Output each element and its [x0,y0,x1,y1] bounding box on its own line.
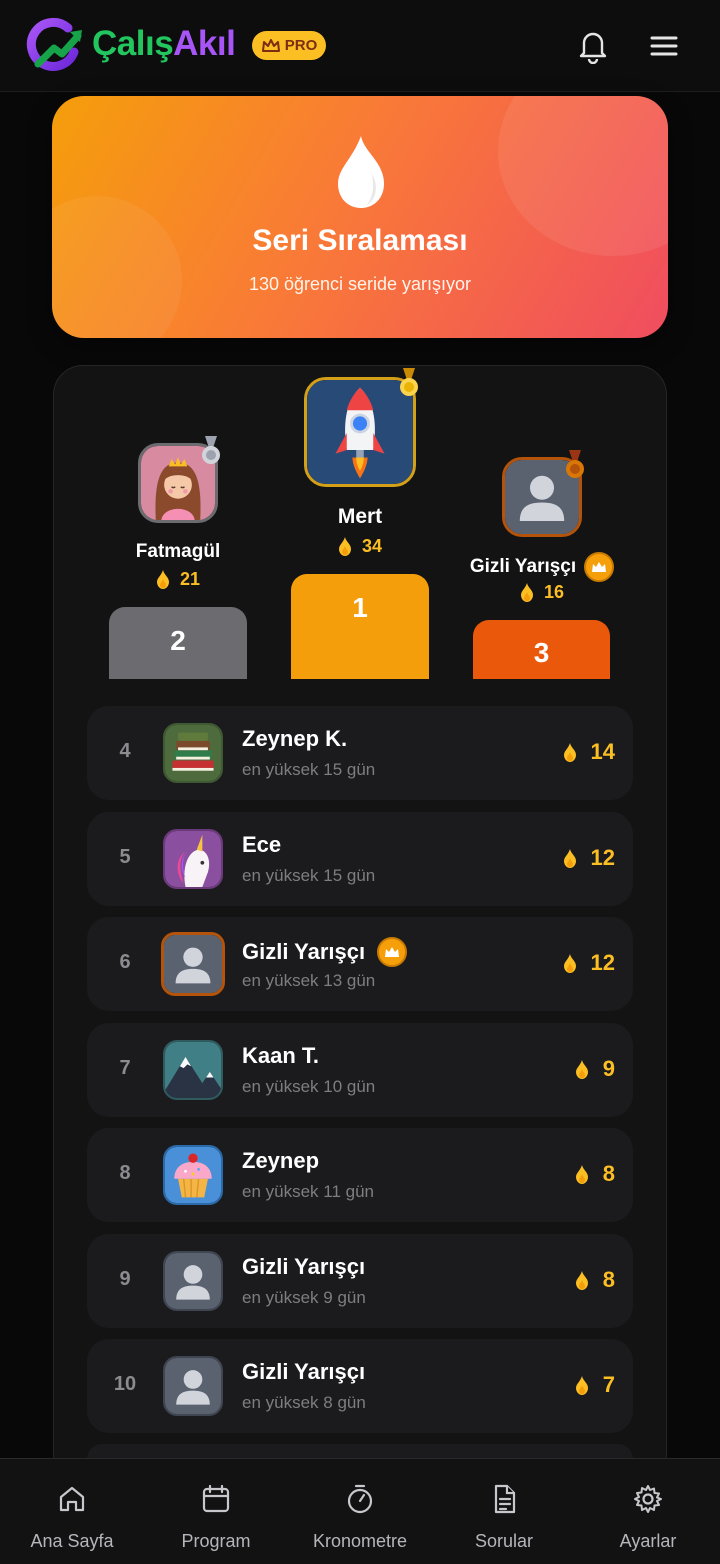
nav-settings[interactable]: Ayarlar [576,1459,720,1564]
streak-score: 9 [575,1056,615,1082]
flame-icon [520,583,533,602]
leaderboard-row[interactable]: 10 Gizli Yarışçı en yüksek 8 gün 7 [87,1339,633,1433]
streak-score: 14 [563,739,615,765]
podium-name-first: Mert [337,505,383,528]
avatar-books [163,723,223,783]
best-streak: en yüksek 13 gün [242,971,376,990]
best-streak: en yüksek 10 gün [242,1077,376,1096]
app-header: ÇalışAkıl PRO [0,0,720,92]
competitor-name: Kaan T. [242,1043,320,1068]
pro-badge: PRO [252,31,326,60]
home-icon [59,1486,85,1512]
competitor-name: Ece [242,832,282,857]
gold-medal-icon [400,368,418,396]
leaderboard-row[interactable]: 6 Gizli Yarışçı en yüksek 13 gün 12 [87,917,633,1011]
leaderboard-row[interactable]: 5 Ece en yüksek 15 gün 12 [87,812,633,906]
best-streak: en yüksek 15 gün [242,760,376,779]
streak-score: 12 [563,950,615,976]
avatar-unicorn [163,829,223,889]
best-streak: en yüksek 11 gün [242,1182,374,1201]
pro-crown-icon [377,937,408,967]
pro-crown-icon [584,552,615,582]
nav-label: Ayarlar [619,1531,677,1551]
nav-label: Program [181,1531,251,1551]
flame-icon [575,1059,588,1079]
best-streak: en yüksek 8 gün [242,1393,366,1412]
flame-icon [575,1375,588,1395]
competitor-name: Zeynep K. [242,726,348,751]
flame-icon [575,1270,588,1290]
rank-number: 10 [113,1373,137,1395]
avatar-mountain [163,1040,223,1100]
nav-stopwatch[interactable]: Kronometre [288,1459,432,1564]
competitor-name: Gizli Yarışçı [242,1254,366,1279]
nav-label: Sorular [474,1531,534,1551]
nav-label: Ana Sayfa [30,1531,114,1551]
flame-icon [338,537,351,556]
podium-score-third: 16 [472,582,612,603]
nav-program[interactable]: Program [144,1459,288,1564]
leaderboard-row[interactable]: 4 Zeynep K. en yüksek 15 gün 14 [87,706,633,800]
competitor-name: Zeynep [242,1148,320,1173]
avatar-anonymous [163,1356,223,1416]
competitor-name: Gizli Yarışçı [242,937,408,967]
logo-icon[interactable] [24,14,84,76]
participant-count: 130 öğrenci seride yarışıyor [248,274,472,294]
podium-step-first: 1 [291,574,429,679]
streak-score: 7 [575,1372,615,1398]
podium-score-second: 21 [108,569,248,590]
nav-label: Kronometre [312,1531,408,1551]
leaderboard-row[interactable]: 8 Zeynep en yüksek 11 gün 8 [87,1128,633,1222]
bottom-navigation: Ana Sayfa Program Kronometre Sorular Aya… [0,1458,720,1564]
streak-ranking-banner: Seri Sıralaması 130 öğrenci seride yarış… [52,96,668,338]
hamburger-menu-icon[interactable] [646,28,682,64]
best-streak: en yüksek 9 gün [242,1288,366,1307]
decorative-circle [52,196,182,338]
podium-name-third: Gizli Yarışçı [462,552,622,582]
flame-icon [563,848,576,868]
calendar-icon [202,1484,230,1513]
leaderboard-row[interactable]: 7 Kaan T. en yüksek 10 gün 9 [87,1023,633,1117]
streak-score: 12 [563,845,615,871]
document-icon [494,1484,516,1514]
flame-icon [563,953,576,973]
app-logo-text: ÇalışAkıl [92,24,236,63]
nav-home[interactable]: Ana Sayfa [0,1459,144,1564]
flame-icon [563,742,576,762]
rank-number: 7 [119,1057,131,1079]
crown-icon [261,38,280,52]
page-title: Seri Sıralaması [252,224,468,257]
gear-icon [634,1485,662,1513]
podium-step-second: 2 [109,607,247,679]
rank-number: 4 [119,740,131,762]
flame-icon [575,1164,588,1184]
best-streak: en yüksek 15 gün [242,866,376,885]
competitor-name: Gizli Yarışçı [242,1359,366,1384]
bell-icon[interactable] [574,26,612,64]
avatar-anonymous [163,1251,223,1311]
nav-questions[interactable]: Sorular [432,1459,576,1564]
avatar-cupcake [163,1145,223,1205]
streak-score: 8 [575,1267,615,1293]
flame-icon [156,570,169,589]
avatar-anonymous [161,932,225,996]
podium-score-first: 34 [290,536,430,557]
leaderboard-row[interactable]: 9 Gizli Yarışçı en yüksek 9 gün 8 [87,1234,633,1328]
silver-medal-icon [202,436,220,464]
rank-number: 6 [119,951,131,973]
rank-number: 8 [119,1162,131,1184]
rank-number: 9 [119,1268,131,1290]
podium-name-second: Fatmagül [135,541,221,562]
stopwatch-icon [347,1484,373,1514]
flame-icon [338,136,384,208]
bronze-medal-icon [566,450,584,478]
rank-number: 5 [119,846,131,868]
streak-score: 8 [575,1161,615,1187]
podium-step-third: 3 [473,620,610,679]
